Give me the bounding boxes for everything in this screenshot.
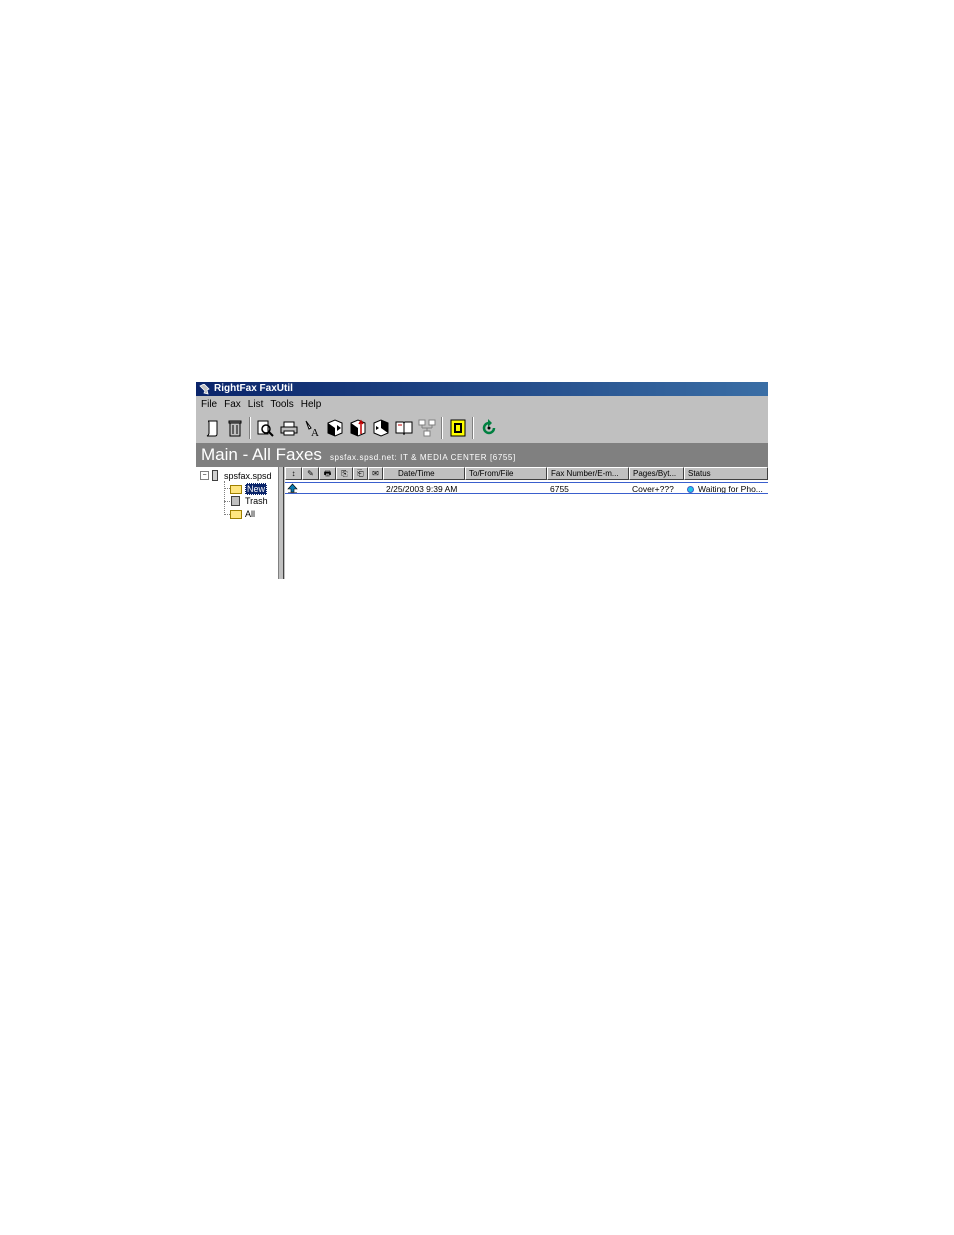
annotate-icon[interactable]: A [300,417,323,440]
column-email[interactable]: ✉ [368,467,383,480]
column-pages[interactable]: Pages/Byt... [629,467,684,480]
tree-item-server[interactable]: − spsfax.spsd [200,470,272,481]
column-attachment[interactable]: ⎗ [353,467,368,480]
tree-item-label: All [245,509,256,519]
menu-file[interactable]: File [201,396,217,413]
svg-text:A: A [311,427,319,437]
cell-date-time: 2/25/2003 9:39 AM [386,484,458,493]
collapse-icon[interactable]: − [200,471,209,480]
cell-status: Waiting for Pho... [684,483,768,493]
folder-icon [230,509,242,519]
trash-icon [231,496,240,506]
server-info: spsfax.spsd.net: IT & MEDIA CENTER [6755… [329,453,516,462]
menu-list[interactable]: List [248,396,264,413]
route-icon[interactable] [346,417,369,440]
fax-list: ↕ ✎ 🖶 ⎘ ⎗ ✉ Date/Time To/From/File Fax N… [285,467,768,579]
view-icon[interactable] [254,417,277,440]
folder-banner: Main - All Faxes spsfax.spsd.net: IT & M… [196,443,768,467]
faxutil-window: RightFax FaxUtil File Fax List Tools Hel… [196,382,768,579]
network-icon[interactable] [415,417,438,440]
table-row[interactable]: 2/25/2003 9:39 AM 6755 Cover+??? Waiting… [285,482,768,494]
column-copy[interactable]: ⎘ [336,467,353,480]
toolbar-separator [249,417,251,439]
status-text: Waiting for Pho... [698,484,763,493]
pane-splitter[interactable] [279,467,284,579]
upload-arrow-icon [285,483,302,493]
menu-fax[interactable]: Fax [224,396,241,413]
menu-help[interactable]: Help [301,396,322,413]
delete-icon[interactable] [223,417,246,440]
column-edit[interactable]: ✎ [302,467,319,480]
column-status[interactable]: Status [684,467,768,480]
tree-item-label: New [245,483,268,495]
title-bar[interactable]: RightFax FaxUtil [196,382,768,396]
server-icon [212,470,218,481]
menu-tools[interactable]: Tools [270,396,293,413]
window-title: RightFax FaxUtil [214,383,293,394]
tree-connector [224,481,225,515]
faxutil-app-icon [199,383,210,395]
cell-pages: Cover+??? [632,484,674,493]
tree-item-trash[interactable]: Trash [231,496,268,506]
list-header: ↕ ✎ 🖶 ⎘ ⎗ ✉ Date/Time To/From/File Fax N… [285,467,768,480]
print-icon[interactable] [277,417,300,440]
toolbar-separator [472,417,474,439]
folder-open-icon [230,484,242,494]
tree-item-all[interactable]: All [230,509,255,519]
send-icon[interactable] [369,417,392,440]
cell-fax-number: 6755 [550,484,569,493]
column-fax-number[interactable]: Fax Number/E-m... [547,467,629,480]
folder-title: Main - All Faxes [201,445,322,464]
phonebook-icon[interactable] [392,417,415,440]
status-indicator-icon [687,486,694,493]
library-icon[interactable] [446,417,469,440]
tree-item-label: spsfax.spsd [224,470,272,481]
cell-to-from [465,483,547,493]
new-fax-icon[interactable] [200,417,223,440]
tree-item-new[interactable]: New [230,483,268,495]
tree-item-label: Trash [245,496,268,506]
row-spacer [302,483,383,493]
column-to-from-file[interactable]: To/From/File [465,467,547,480]
refresh-icon[interactable] [477,417,500,440]
column-printed[interactable]: 🖶 [319,467,336,480]
menu-bar: File Fax List Tools Help [196,396,768,413]
folder-tree: − spsfax.spsd New Trash All [196,467,279,579]
forward-icon[interactable] [323,417,346,440]
column-direction[interactable]: ↕ [285,467,302,480]
toolbar: A [196,413,768,443]
toolbar-separator [441,417,443,439]
column-date-time[interactable]: Date/Time [383,467,465,480]
